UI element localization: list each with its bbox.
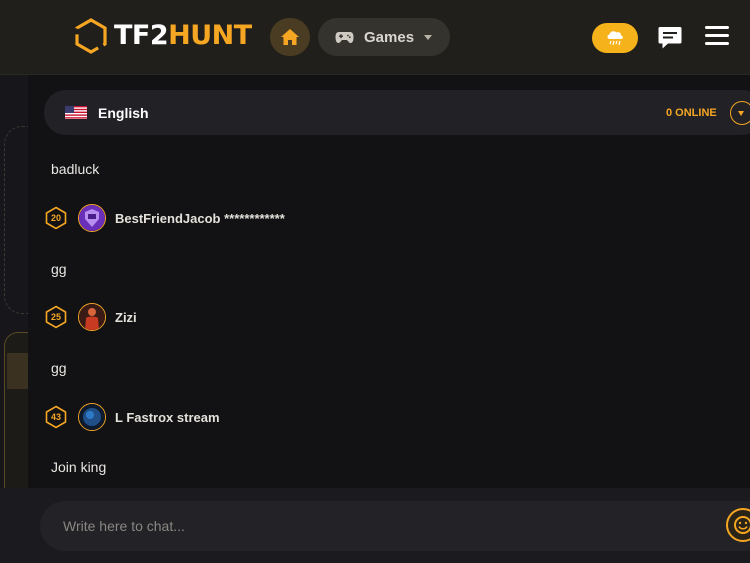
- home-button[interactable]: [270, 18, 310, 56]
- site-logo[interactable]: TF2HUNT: [74, 18, 252, 54]
- chat-bubble-icon: [658, 27, 682, 49]
- online-toggle-button[interactable]: [730, 101, 750, 125]
- logo-text: TF2HUNT: [114, 20, 252, 51]
- chat-message-text: gg: [51, 360, 67, 376]
- online-count: 0 ONLINE: [666, 107, 717, 119]
- us-flag-icon: [65, 106, 87, 119]
- chat-message-text: gg: [51, 261, 67, 277]
- username[interactable]: Zizi: [115, 310, 137, 325]
- top-navbar: TF2HUNT Games: [0, 0, 750, 75]
- cloud-rain-icon: [607, 31, 623, 46]
- smiley-icon: [734, 516, 750, 534]
- level-badge: 25: [44, 305, 68, 329]
- avatar[interactable]: [78, 403, 106, 431]
- chat-toggle-button[interactable]: [657, 25, 683, 51]
- gamepad-icon: [335, 31, 354, 43]
- level-badge: 43: [44, 405, 68, 429]
- avatar[interactable]: [78, 204, 106, 232]
- language-selector[interactable]: [44, 90, 750, 135]
- hamburger-menu-icon[interactable]: [705, 26, 729, 48]
- avatar[interactable]: [78, 303, 106, 331]
- language-label[interactable]: English: [98, 105, 149, 121]
- chat-message-author[interactable]: 25 Zizi: [44, 302, 137, 332]
- games-dropdown[interactable]: Games: [318, 18, 450, 56]
- level-badge: 20: [44, 206, 68, 230]
- home-icon: [281, 29, 299, 45]
- rain-button[interactable]: [592, 23, 638, 53]
- username[interactable]: BestFriendJacob ************: [115, 211, 285, 226]
- username[interactable]: L Fastrox stream: [115, 410, 220, 425]
- chat-message-text: Join king: [51, 459, 107, 475]
- chat-message-text: badluck: [51, 161, 100, 177]
- chevron-down-icon: [738, 110, 744, 116]
- chat-input[interactable]: [40, 501, 750, 551]
- chat-message-author[interactable]: 43 L Fastrox stream: [44, 402, 220, 432]
- chevron-down-icon: [424, 34, 433, 40]
- games-label: Games: [364, 28, 415, 46]
- chat-message-author[interactable]: 20 BestFriendJacob ************: [44, 203, 285, 233]
- hexagon-logo-icon: [75, 18, 107, 54]
